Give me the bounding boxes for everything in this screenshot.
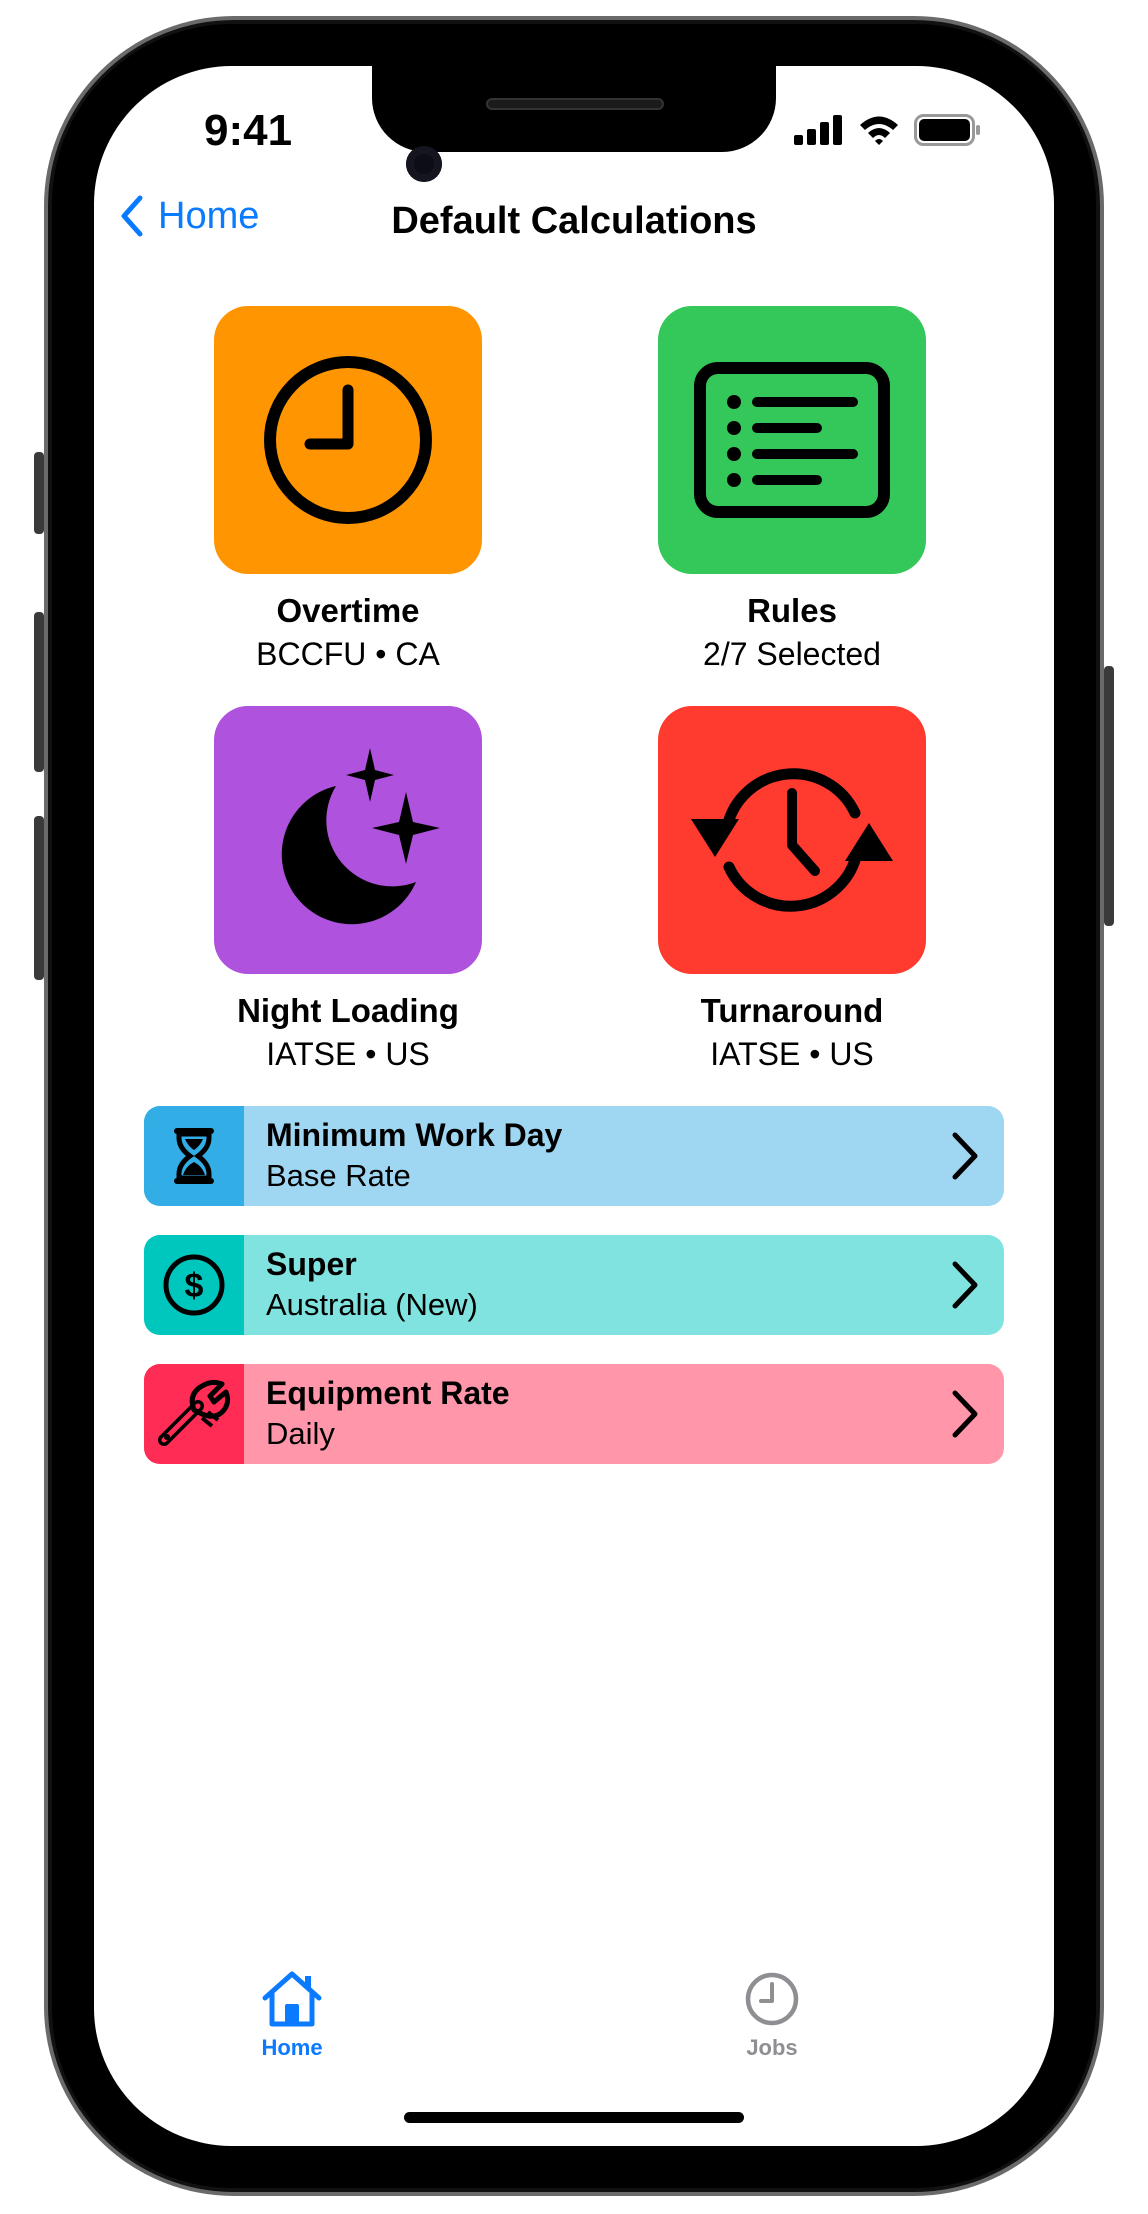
- moon-stars-icon: [281, 748, 440, 925]
- tile-rules-title: Rules: [747, 592, 837, 629]
- tile-turnaround-subtitle: IATSE • US: [710, 1036, 874, 1072]
- row-minimum-work-day-title: Minimum Work Day: [266, 1117, 563, 1153]
- tile-rules-box: [658, 306, 926, 574]
- row-equipment-rate-subtitle: Daily: [266, 1416, 335, 1451]
- svg-text:$: $: [185, 1267, 204, 1305]
- tile-turnaround-title: Turnaround: [700, 992, 884, 1029]
- hourglass-icon: [174, 1128, 214, 1184]
- row-equipment-rate[interactable]: Equipment Rate Daily: [144, 1364, 1004, 1464]
- power-button: [1104, 666, 1114, 926]
- earpiece-speaker: [486, 98, 664, 110]
- tab-jobs-label: Jobs: [746, 2035, 798, 2060]
- tab-home-label: Home: [261, 2035, 323, 2060]
- screen: 9:41 Home Default Calculations Overtime …: [94, 66, 1054, 2146]
- row-minimum-work-day-icon-box: [144, 1106, 244, 1206]
- row-super-icon-box: $: [144, 1235, 244, 1335]
- home-indicator[interactable]: [404, 2112, 744, 2123]
- front-camera: [406, 146, 442, 182]
- house-icon: [262, 1971, 322, 2027]
- row-super-subtitle: Australia (New): [266, 1287, 478, 1322]
- tile-overtime-subtitle: BCCFU • CA: [256, 636, 440, 672]
- row-minimum-work-day[interactable]: Minimum Work Day Base Rate: [144, 1106, 1004, 1206]
- list-icon: [694, 362, 890, 518]
- tile-turnaround[interactable]: Turnaround IATSE • US: [642, 706, 942, 1073]
- volume-up-button: [34, 612, 44, 772]
- chevron-right-icon: [924, 1235, 1004, 1335]
- clock-arrows-icon: [691, 768, 893, 912]
- chevron-right-icon: [924, 1106, 1004, 1206]
- tile-overtime-box: [214, 306, 482, 574]
- row-equipment-rate-title: Equipment Rate: [266, 1375, 510, 1411]
- wrench-icon: [158, 1379, 231, 1446]
- chevron-right-icon: [924, 1364, 1004, 1464]
- battery-icon: [914, 114, 980, 146]
- wifi-icon: [860, 116, 898, 145]
- clock-icon: [264, 356, 432, 524]
- row-super-title: Super: [266, 1246, 357, 1282]
- row-super-text: Super Australia (New): [244, 1235, 924, 1335]
- tab-jobs[interactable]: Jobs: [712, 1970, 832, 2061]
- row-super[interactable]: $ Super Australia (New): [144, 1235, 1004, 1335]
- tab-home[interactable]: Home: [232, 1970, 352, 2061]
- dollar-circle-icon: $: [163, 1254, 225, 1316]
- status-time: 9:41: [204, 106, 293, 155]
- tile-night-loading-box: [214, 706, 482, 974]
- tile-overtime[interactable]: Overtime BCCFU • CA: [198, 306, 498, 673]
- tile-rules[interactable]: Rules 2/7 Selected: [642, 306, 942, 673]
- row-equipment-rate-text: Equipment Rate Daily: [244, 1364, 924, 1464]
- tile-turnaround-box: [658, 706, 926, 974]
- tile-night-loading-title: Night Loading: [237, 992, 459, 1029]
- status-icons: [794, 114, 982, 146]
- row-minimum-work-day-subtitle: Base Rate: [266, 1158, 411, 1193]
- cellular-signal-icon: [794, 115, 842, 145]
- tile-rules-subtitle: 2/7 Selected: [703, 636, 881, 672]
- tile-night-loading[interactable]: Night Loading IATSE • US: [198, 706, 498, 1073]
- tile-night-loading-subtitle: IATSE • US: [266, 1036, 430, 1072]
- volume-down-button: [34, 816, 44, 980]
- row-minimum-work-day-text: Minimum Work Day Base Rate: [244, 1106, 924, 1206]
- tile-overtime-title: Overtime: [276, 592, 420, 629]
- action-button: [34, 452, 44, 534]
- clock-icon: [745, 1972, 799, 2026]
- row-equipment-rate-icon-box: [144, 1364, 244, 1464]
- page-title: Default Calculations: [391, 200, 757, 242]
